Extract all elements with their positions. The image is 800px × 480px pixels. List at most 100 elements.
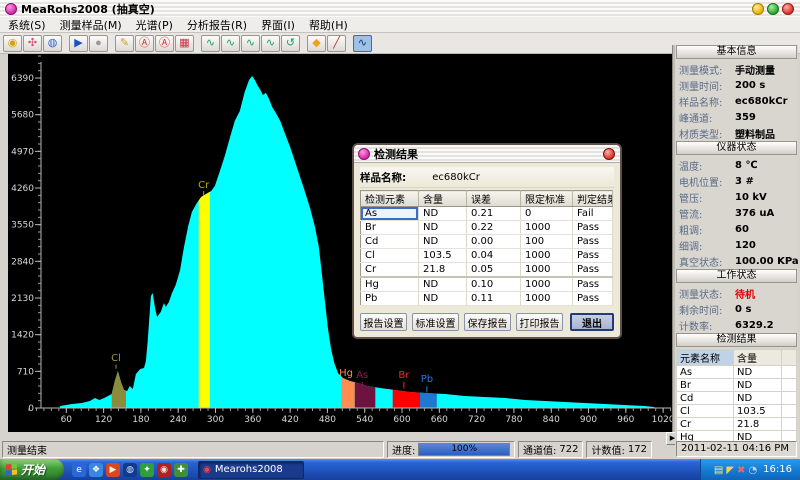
spectrum-analysis-button[interactable]: Ⓐ xyxy=(135,35,154,52)
peak-label-cl: Cl xyxy=(111,353,121,364)
dialog-close-icon[interactable] xyxy=(603,148,615,160)
result-cell[interactable]: As xyxy=(361,207,419,221)
wave-shift-left-button[interactable]: ∿ xyxy=(241,35,260,52)
diamond-marker-button[interactable]: ◆ xyxy=(307,35,326,52)
status-bar: 测量结束 进度: 100% 通道值: 722 计数值: 172 xyxy=(0,441,674,458)
messenger-icon[interactable]: ❖ xyxy=(89,463,103,477)
result-row-br[interactable]: BrND0.221000Pass xyxy=(361,221,613,235)
result-row-hg[interactable]: HgND0.101000Pass xyxy=(361,277,613,292)
globe-button[interactable]: ◍ xyxy=(43,35,62,52)
sidebar-row-value: 塑料制品 xyxy=(735,126,775,141)
sample-name-value: ec680kCr xyxy=(432,172,480,183)
move-tool-icon: ✣ xyxy=(28,38,37,49)
svg-text:540: 540 xyxy=(356,415,373,425)
sidebar-row-value: 待机 xyxy=(735,286,755,301)
spectrum-analysis-icon: Ⓐ xyxy=(139,38,150,49)
menu-item-0[interactable]: 系统(S) xyxy=(8,17,46,33)
start-button[interactable]: 开始 xyxy=(0,459,64,480)
sidebar-row-value: 100.00 KPa xyxy=(735,256,798,267)
taskbar-task-button[interactable]: ◉ Mearohs2008 xyxy=(198,461,304,479)
status-message: 测量结束 xyxy=(2,441,384,458)
red-app-icon[interactable]: ◉ xyxy=(157,463,171,477)
result-cell: ND xyxy=(419,277,467,292)
dialog-button-2[interactable]: 保存报告 xyxy=(464,313,511,331)
calibration-button[interactable]: ╱ xyxy=(327,35,346,52)
result-cell: ND xyxy=(419,221,467,235)
sidebar-row-label: 测量时间: xyxy=(679,78,735,93)
open-report-button[interactable]: ✎ xyxy=(115,35,134,52)
start-measure-button[interactable]: ▶ xyxy=(69,35,88,52)
antivirus-icon[interactable]: ◤ xyxy=(726,465,734,476)
dialog-button-3[interactable]: 打印报告 xyxy=(516,313,563,331)
results-table-header-cell: 判定结果 xyxy=(573,191,613,207)
wave-shift-right-button[interactable]: ∿ xyxy=(261,35,280,52)
sidebar-result-filler xyxy=(782,379,797,392)
wave-undo-button[interactable]: ↺ xyxy=(281,35,300,52)
sidebar-result-cell: Cd xyxy=(677,392,734,405)
diamond-marker-icon: ◆ xyxy=(312,38,320,49)
tools-app-icon[interactable]: ✚ xyxy=(174,463,188,477)
result-row-cd[interactable]: CdND0.00100Pass xyxy=(361,235,613,249)
dialog-button-1[interactable]: 标准设置 xyxy=(412,313,459,331)
sidebar-result-row-br: BrND xyxy=(677,379,797,392)
green-app-icon[interactable]: ✦ xyxy=(140,463,154,477)
dialog-icon xyxy=(358,148,370,160)
move-tool-button[interactable]: ✣ xyxy=(23,35,42,52)
clock-icon[interactable]: ◔ xyxy=(748,465,757,476)
sidebar-row-value: 60 xyxy=(735,224,749,235)
windows-flag-icon xyxy=(6,463,17,475)
svg-text:60: 60 xyxy=(61,415,73,425)
sidebar-result-cell: Cl xyxy=(677,405,734,418)
sidebar-row-label: 计数率: xyxy=(679,318,735,333)
result-cell: 1000 xyxy=(521,292,573,306)
calibration-icon: ╱ xyxy=(333,38,340,49)
task-app-icon: ◉ xyxy=(203,465,211,475)
dialog-button-0[interactable]: 报告设置 xyxy=(360,313,407,331)
wave-zoom-in-button[interactable]: ∿ xyxy=(201,35,220,52)
sidebar-result-row-cd: CdND xyxy=(677,392,797,405)
svg-text:840: 840 xyxy=(543,415,560,425)
sidebar-section-header-2: 工作状态 xyxy=(676,269,797,283)
results-table-header-row: 检测元素含量误差限定标准判定结果 xyxy=(361,191,613,207)
ie-icon[interactable]: e xyxy=(72,463,86,477)
sidebar-result-row-as: AsND xyxy=(677,366,797,379)
menu-item-3[interactable]: 分析报告(R) xyxy=(187,17,247,33)
sidebar-row-label: 细调: xyxy=(679,238,735,253)
wave-undo-icon: ↺ xyxy=(286,38,295,49)
active-spectrum-view-button[interactable]: ∿ xyxy=(353,35,372,52)
result-row-cl[interactable]: Cl103.50.041000Pass xyxy=(361,249,613,263)
sidebar-result-cell: As xyxy=(677,366,734,379)
menu-item-5[interactable]: 帮助(H) xyxy=(309,17,348,33)
result-cell: Hg xyxy=(361,277,419,292)
media-player-icon[interactable]: ▶ xyxy=(106,463,120,477)
world-icon[interactable]: ◍ xyxy=(123,463,137,477)
peak-label-hg: Hg xyxy=(339,368,353,379)
printer-icon[interactable]: ▤ xyxy=(714,465,723,476)
dialog-body: 样品名称: ec680kCr 检测元素含量误差限定标准判定结果AsND0.210… xyxy=(354,163,620,335)
wave-zoom-out-icon: ∿ xyxy=(226,38,235,49)
result-row-cr[interactable]: Cr21.80.051000Pass xyxy=(361,263,613,278)
menu-item-1[interactable]: 测量样品(M) xyxy=(60,17,122,33)
result-cell: 1000 xyxy=(521,249,573,263)
app-badge-button[interactable]: ◉ xyxy=(3,35,22,52)
close-button[interactable] xyxy=(782,3,794,15)
tray-clock: 16:16 xyxy=(763,464,792,475)
sidebar-row: 测量时间:200 s xyxy=(675,77,798,93)
maximize-button[interactable] xyxy=(767,3,779,15)
stop-measure-button[interactable]: ● xyxy=(89,35,108,52)
results-table-header-cell: 检测元素 xyxy=(361,191,419,207)
menu-item-4[interactable]: 界面(I) xyxy=(261,17,295,33)
wave-zoom-out-button[interactable]: ∿ xyxy=(221,35,240,52)
network-alert-icon[interactable]: ✖ xyxy=(737,465,745,476)
spectrum-compare-button[interactable]: Ⓐ xyxy=(155,35,174,52)
sidebar-row: 材质类型:塑料制品 xyxy=(675,125,798,141)
band-br xyxy=(393,390,420,408)
result-cell: Pass xyxy=(573,221,613,235)
result-row-as[interactable]: AsND0.210Fail xyxy=(361,207,613,221)
dialog-button-4[interactable]: 退出 xyxy=(570,313,614,331)
result-cell: Pass xyxy=(573,292,613,306)
menu-item-2[interactable]: 光谱(P) xyxy=(136,17,173,33)
result-row-pb[interactable]: PbND0.111000Pass xyxy=(361,292,613,306)
minimize-button[interactable] xyxy=(752,3,764,15)
report-window-button[interactable]: ▦ xyxy=(175,35,194,52)
